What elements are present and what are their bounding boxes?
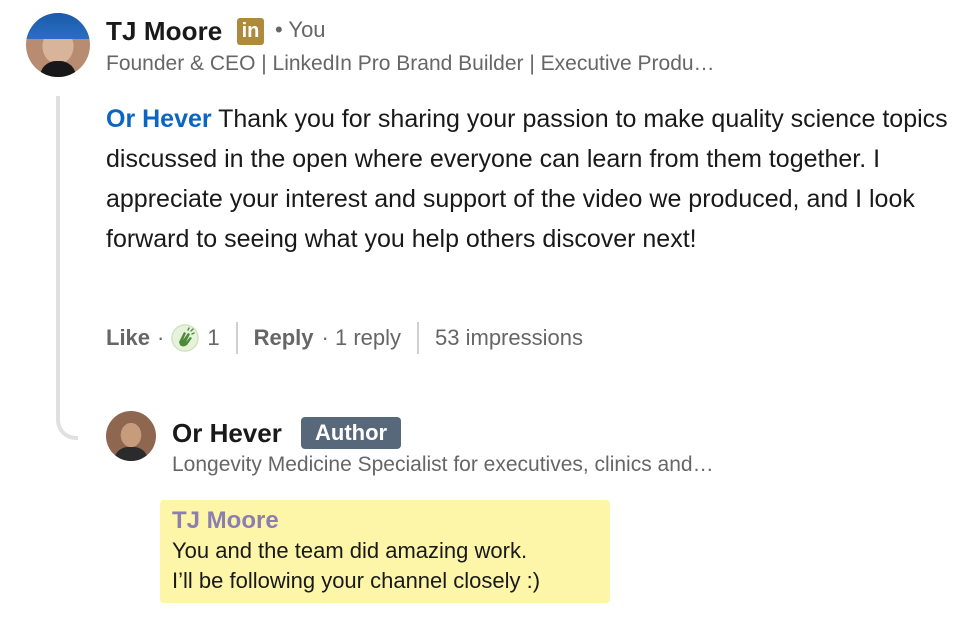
reply-avatar[interactable] [106, 411, 156, 461]
you-label: • You [275, 17, 326, 42]
comment-text: Thank you for sharing your passion to ma… [106, 105, 948, 253]
impressions-count: 53 impressions [435, 325, 583, 350]
reaction-count[interactable]: 1 [207, 325, 219, 351]
comment-author-name[interactable]: TJ Moore [106, 16, 222, 47]
divider [417, 322, 420, 354]
avatar[interactable] [26, 13, 90, 77]
clap-icon[interactable] [171, 324, 200, 352]
comment-author-headline: Founder & CEO | LinkedIn Pro Brand Build… [106, 52, 715, 75]
comment-body: Or Hever Thank you for sharing your pass… [106, 99, 956, 259]
reply-button[interactable]: Reply [254, 325, 314, 351]
comment-actions: Like · 1 Reply · 1 reply 53 impressions [106, 320, 583, 356]
reply-text-line: I’ll be following your channel closely :… [172, 568, 541, 593]
thread-connector-line [56, 96, 78, 440]
like-button[interactable]: Like [106, 325, 150, 351]
reply-text-line: You and the team did amazing work. [172, 538, 528, 563]
linkedin-icon: in [237, 18, 264, 45]
author-badge: Author [301, 417, 402, 449]
reply-author-headline: Longevity Medicine Specialist for execut… [172, 453, 714, 476]
reply-body-highlight: TJ Moore You and the team did amazing wo… [160, 500, 610, 603]
reply-author-name[interactable]: Or Hever [172, 418, 282, 449]
reply-mention-link[interactable]: TJ Moore [172, 506, 598, 536]
mention-link[interactable]: Or Hever [106, 105, 212, 133]
divider [235, 322, 238, 354]
reply-count[interactable]: · 1 reply [322, 325, 401, 351]
separator-dot: · [157, 325, 165, 350]
